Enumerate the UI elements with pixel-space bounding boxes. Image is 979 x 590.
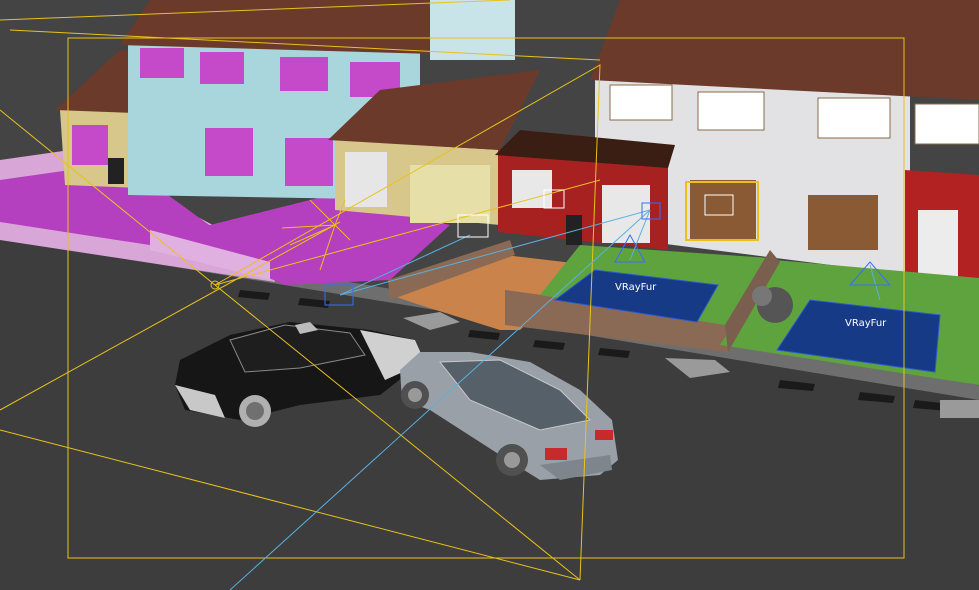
3d-viewport[interactable]: VRayFur VRayFur — [0, 0, 979, 590]
wheelie-bin-left — [108, 158, 124, 184]
road-marker — [940, 400, 979, 418]
wheelie-bin-right — [566, 215, 582, 245]
porch-red — [495, 130, 675, 250]
vrayfur-label-2: VRayFur — [845, 318, 887, 329]
vrayfur-label-1: VRayFur — [615, 282, 657, 293]
scene-render[interactable]: VRayFur VRayFur — [0, 0, 979, 590]
